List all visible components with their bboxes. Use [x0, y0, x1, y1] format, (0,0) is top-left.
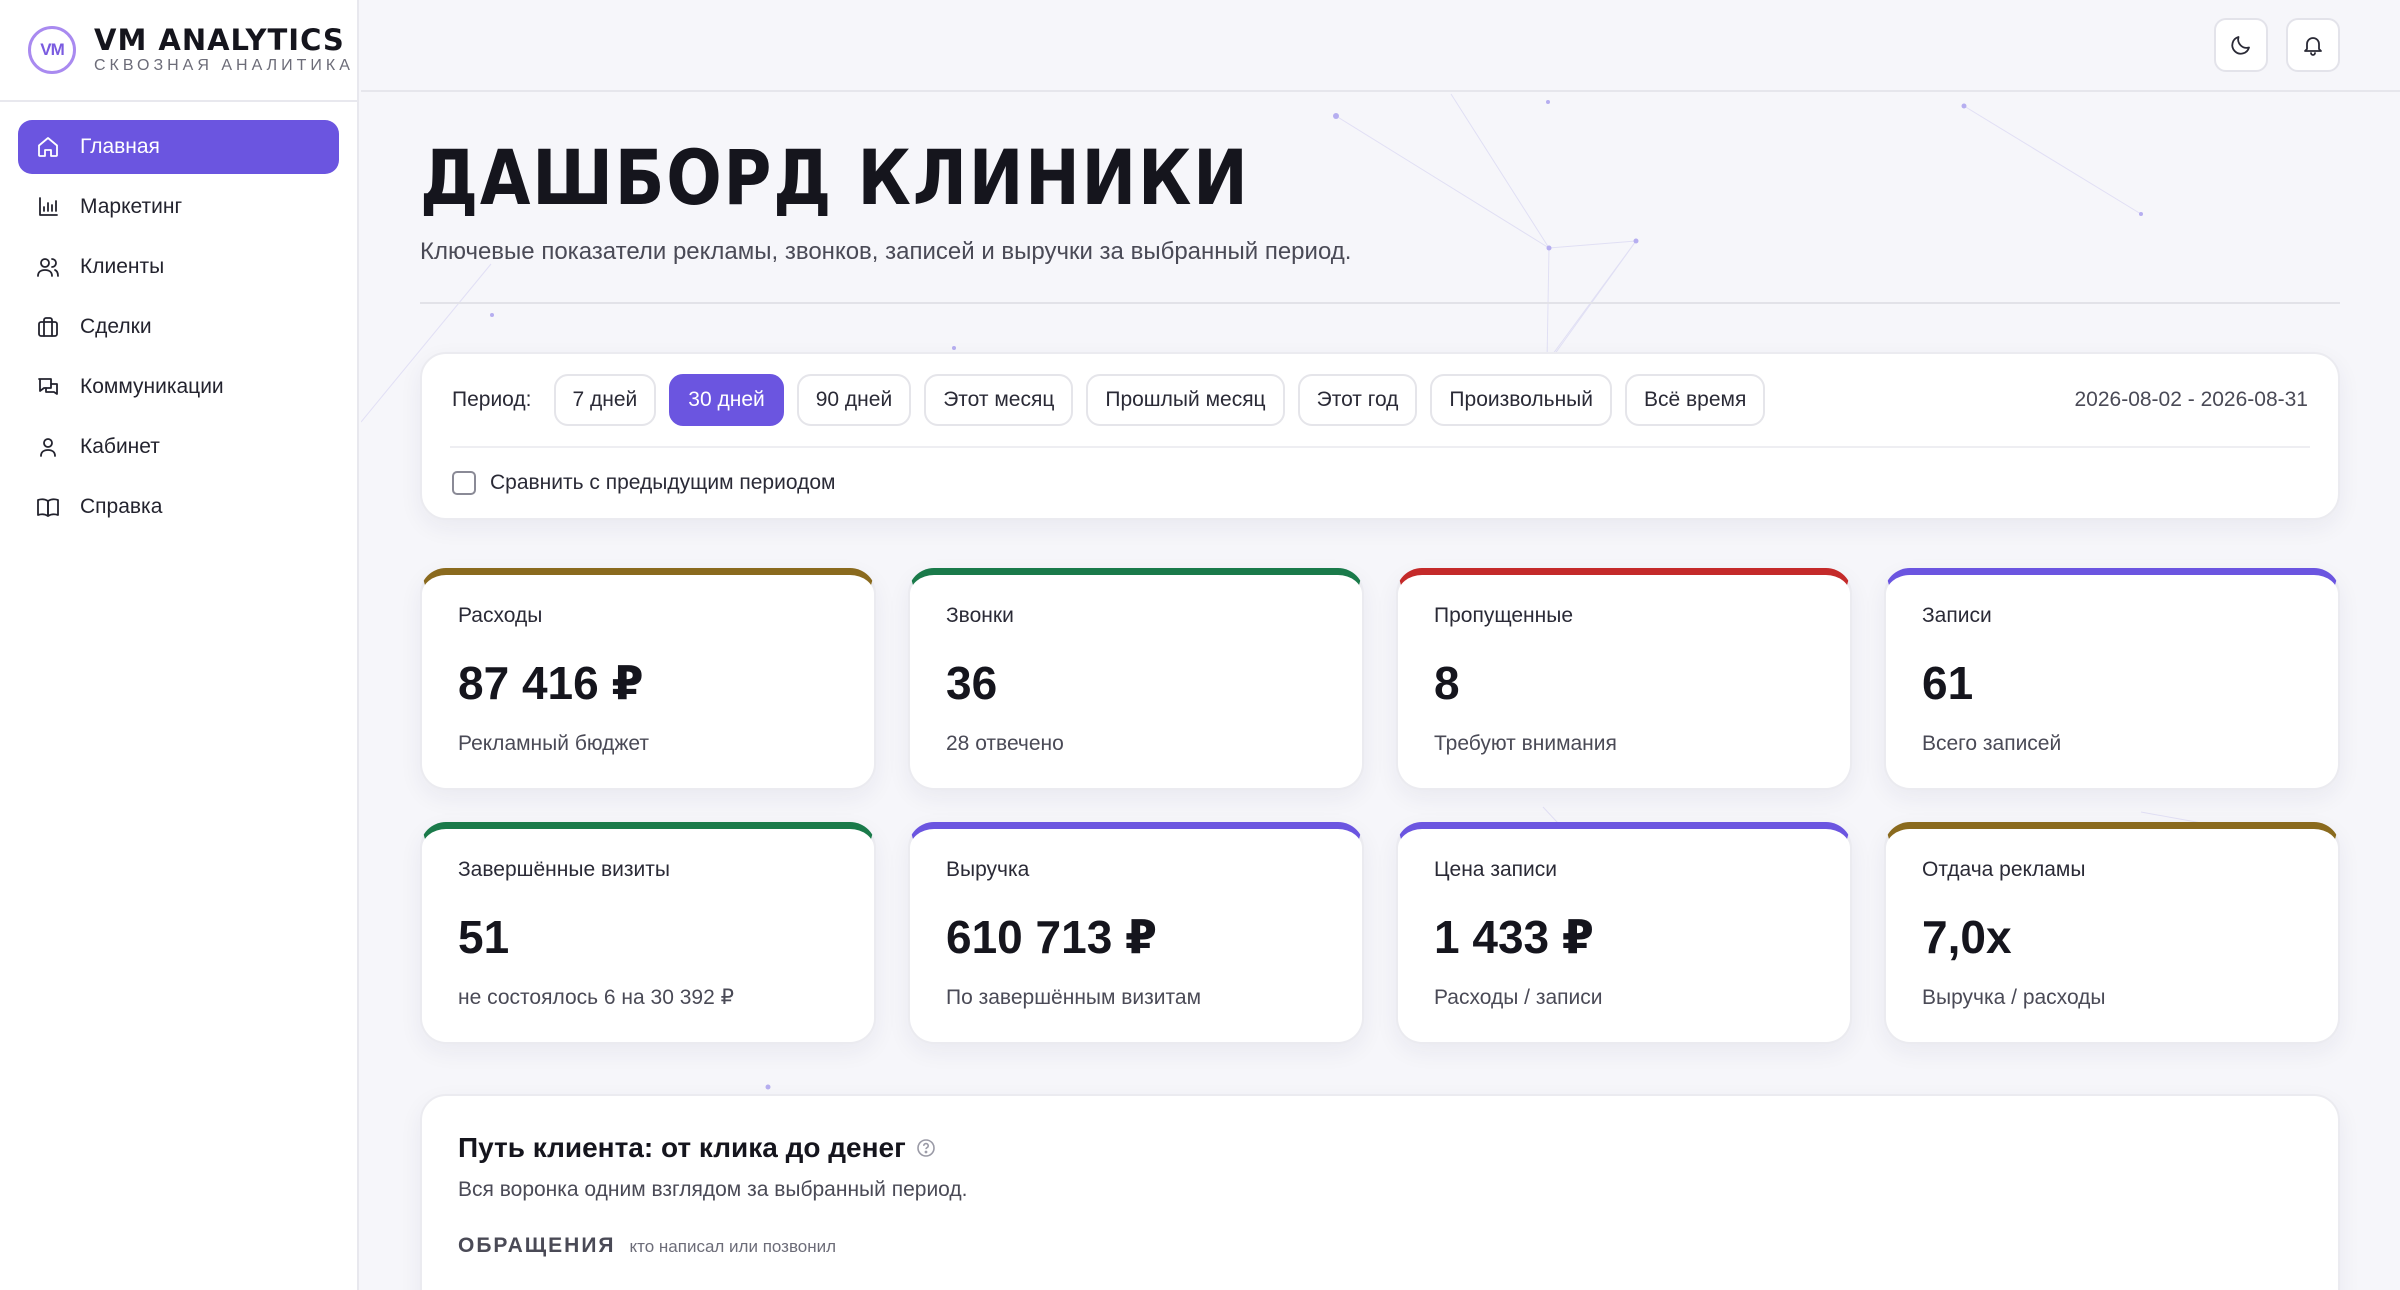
page-subtitle: Ключевые показатели рекламы, звонков, за…: [420, 238, 1352, 265]
kpi-value: 610 713 ₽: [946, 911, 1158, 963]
main-content: ДАШБОРД КЛИНИКИ Ключевые показатели рекл…: [420, 92, 2340, 1290]
sidebar-item-label: Клиенты: [80, 255, 165, 278]
sidebar-item-label: Коммуникации: [80, 375, 224, 398]
kpi-card-appointments[interactable]: Записи 61 Всего записей: [1884, 568, 2340, 790]
kpi-value: 87 416 ₽: [458, 657, 644, 709]
book-icon: [37, 498, 59, 517]
kpi-card-completed-visits[interactable]: Завершённые визиты 51 не состоялось 6 на…: [420, 822, 876, 1044]
sidebar-item-deals[interactable]: Сделки: [18, 300, 339, 354]
sidebar-item-label: Сделки: [80, 315, 152, 338]
kpi-value: 7,0x: [1922, 911, 2012, 963]
brand[interactable]: VM VM ANALYTICS СКВОЗНАЯ АНАЛИТИКА: [0, 0, 357, 102]
kpi-label: Цена записи: [1434, 858, 1557, 881]
kpi-note: Рекламный бюджет: [458, 732, 650, 755]
kpi-grid: Расходы 87 416 ₽ Рекламный бюджет Звонки…: [420, 568, 2340, 1044]
chat-icon: [38, 378, 58, 395]
sidebar-item-label: Кабинет: [80, 435, 160, 458]
kpi-value: 36: [946, 657, 998, 709]
kpi-note: По завершённым визитам: [946, 986, 1202, 1009]
notifications-button[interactable]: [2286, 18, 2340, 72]
theme-toggle-button[interactable]: [2214, 18, 2268, 72]
sidebar-item-label: Главная: [80, 135, 160, 158]
period-filter-card: Период: 7 дней 30 дней 90 дней Этот меся…: [420, 352, 2340, 520]
sidebar-item-home[interactable]: Главная: [18, 120, 339, 174]
kpi-card-roas[interactable]: Отдача рекламы 7,0x Выручка / расходы: [1884, 822, 2340, 1044]
topbar: [361, 0, 2400, 92]
brand-logo: VM: [28, 26, 76, 74]
journey-title: Путь клиента: от клика до денег: [458, 1132, 906, 1163]
period-chip-custom[interactable]: Произвольный: [1430, 374, 1612, 426]
kpi-label: Завершённые визиты: [458, 858, 670, 881]
kpi-note: Расходы / записи: [1434, 986, 1603, 1009]
kpi-label: Записи: [1922, 604, 1992, 627]
sidebar-item-communications[interactable]: Коммуникации: [18, 360, 339, 414]
kpi-note: Требуют внимания: [1434, 732, 1617, 755]
moon-icon: [2231, 36, 2250, 55]
kpi-value: 1 433 ₽: [1434, 911, 1594, 963]
period-chip-all-time[interactable]: Всё время: [1625, 374, 1766, 426]
sidebar-item-clients[interactable]: Клиенты: [18, 240, 339, 294]
kpi-label: Расходы: [458, 604, 543, 627]
period-label: Период:: [452, 388, 532, 411]
kpi-label: Пропущенные: [1434, 604, 1574, 627]
sidebar-item-marketing[interactable]: Маркетинг: [18, 180, 339, 234]
period-chip-this-year[interactable]: Этот год: [1297, 374, 1418, 426]
user-icon: [40, 438, 56, 457]
kpi-value: 8: [1434, 657, 1460, 709]
compare-checkbox[interactable]: [452, 471, 476, 495]
journey-section-hint: кто написал или позвонил: [629, 1237, 837, 1256]
kpi-value: 61: [1922, 657, 1974, 709]
sidebar-item-label: Справка: [80, 495, 163, 518]
kpi-card-revenue[interactable]: Выручка 610 713 ₽ По завершённым визитам: [908, 822, 1364, 1044]
kpi-note: Всего записей: [1922, 732, 2062, 755]
period-chip-30-days[interactable]: 30 дней: [669, 374, 784, 426]
users-icon: [37, 258, 59, 277]
customer-journey-card: Путь клиента: от клика до денег Вся воро…: [420, 1094, 2340, 1290]
period-chip-90-days[interactable]: 90 дней: [796, 374, 912, 426]
period-chip-7-days[interactable]: 7 дней: [553, 374, 657, 426]
kpi-value: 51: [458, 911, 510, 963]
divider: [420, 302, 2340, 304]
kpi-label: Отдача рекламы: [1922, 858, 2086, 881]
sidebar-item-label: Маркетинг: [80, 195, 183, 218]
sidebar-item-account[interactable]: Кабинет: [18, 420, 339, 474]
help-circle-icon[interactable]: [916, 1138, 936, 1158]
compare-label[interactable]: Сравнить с предыдущим периодом: [490, 471, 835, 495]
journey-section-title: ОБРАЩЕНИЯ: [458, 1234, 616, 1257]
kpi-note: не состоялось 6 на 30 392 ₽: [458, 986, 734, 1009]
sidebar-nav: Главная Маркетинг Клиенты Сделки Коммуни…: [0, 102, 357, 558]
sidebar-item-help[interactable]: Справка: [18, 480, 339, 534]
period-chip-last-month[interactable]: Прошлый месяц: [1086, 374, 1285, 426]
kpi-card-calls[interactable]: Звонки 36 28 отвечено: [908, 568, 1364, 790]
page-title: ДАШБОРД КЛИНИКИ: [420, 133, 1250, 222]
briefcase-icon: [38, 317, 58, 337]
period-chip-this-month[interactable]: Этот месяц: [924, 374, 1074, 426]
bell-icon: [2304, 37, 2322, 56]
journey-subtitle: Вся воронка одним взглядом за выбранный …: [458, 1178, 968, 1201]
sidebar: VM VM ANALYTICS СКВОЗНАЯ АНАЛИТИКА Главн…: [0, 0, 359, 1290]
kpi-card-cost-per-appointment[interactable]: Цена записи 1 433 ₽ Расходы / записи: [1396, 822, 1852, 1044]
brand-subtitle: СКВОЗНАЯ АНАЛИТИКА: [94, 57, 354, 74]
kpi-label: Выручка: [946, 858, 1030, 881]
kpi-card-expenses[interactable]: Расходы 87 416 ₽ Рекламный бюджет: [420, 568, 876, 790]
kpi-card-missed[interactable]: Пропущенные 8 Требуют внимания: [1396, 568, 1852, 790]
bar-chart-icon: [39, 197, 58, 216]
kpi-label: Звонки: [946, 604, 1014, 627]
period-date-range: 2026-08-02 - 2026-08-31: [2074, 388, 2308, 411]
kpi-note: Выручка / расходы: [1922, 986, 2106, 1009]
home-icon: [38, 137, 58, 157]
kpi-note: 28 отвечено: [946, 732, 1064, 755]
brand-name: VM ANALYTICS: [94, 23, 345, 57]
